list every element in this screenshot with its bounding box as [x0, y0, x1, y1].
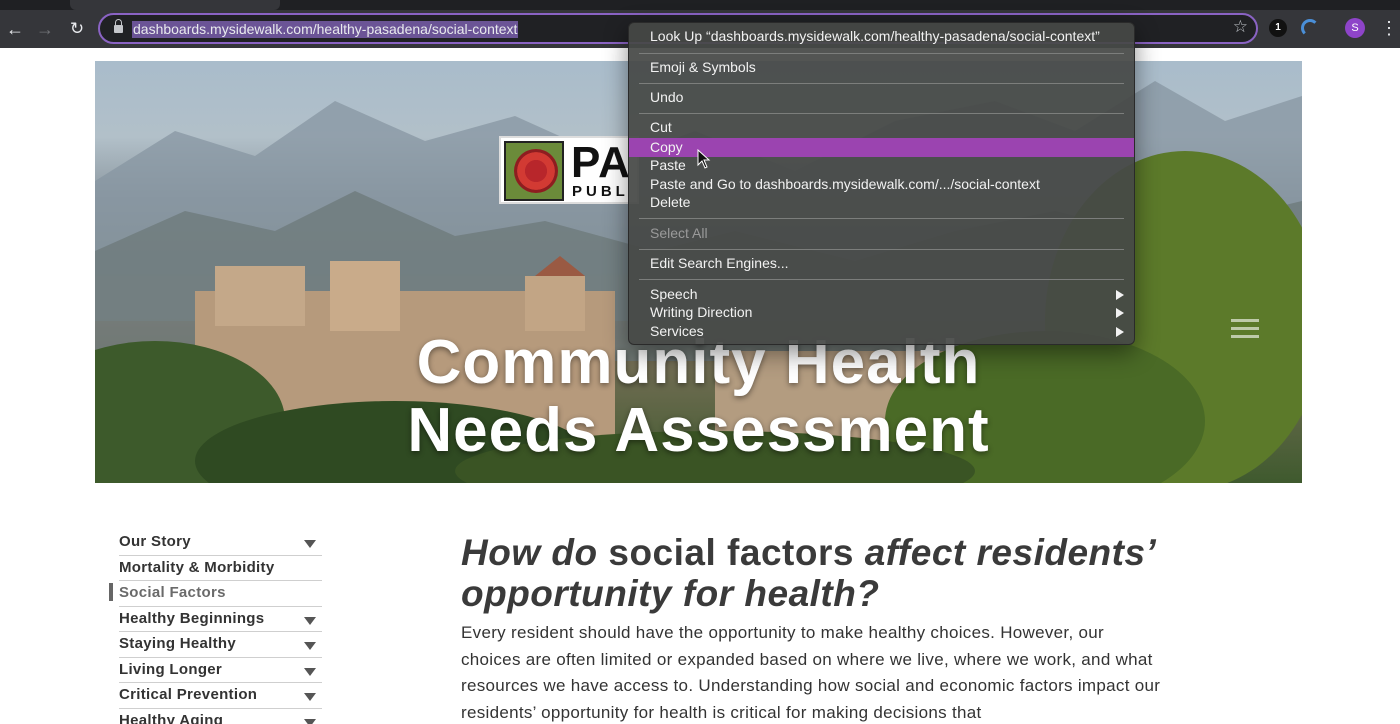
pasadena-public-health-logo: PA PUBL	[499, 136, 639, 204]
hero-title: Community Health Needs Assessment	[95, 329, 1302, 465]
sidebar-item-living-longer[interactable]: Living Longer	[119, 658, 322, 683]
menu-item-writing-direction[interactable]: Writing Direction	[629, 303, 1134, 322]
menu-separator	[639, 249, 1124, 250]
bookmark-star-icon[interactable]: ☆	[1233, 17, 1248, 37]
sidebar-item-label: Living Longer	[119, 660, 223, 678]
sidebar-item-label: Healthy Aging	[119, 711, 224, 724]
menu-item-select-all: Select All	[650, 225, 708, 241]
sidebar-item-critical-prevention[interactable]: Critical Prevention	[119, 683, 322, 709]
menu-item-speech[interactable]: Speech	[629, 285, 1134, 304]
menu-item-label: Speech	[650, 286, 698, 302]
intro-paragraph: Every resident should have the opportuni…	[461, 623, 1161, 722]
chevron-down-icon[interactable]	[304, 642, 316, 650]
chevron-down-icon[interactable]	[304, 693, 316, 701]
page-heading: How do social factors affect residents’ …	[461, 532, 1161, 614]
menu-separator	[639, 279, 1124, 280]
menu-separator	[639, 53, 1124, 54]
chevron-down-icon[interactable]	[304, 667, 316, 676]
more-menu-icon[interactable]: ⋮	[1380, 17, 1398, 39]
active-tab[interactable]	[70, 0, 280, 10]
sidebar-item-label: Our Story	[119, 533, 191, 550]
heading-plain-part: social factors	[597, 532, 865, 573]
sidebar-item-our-story[interactable]: Our Story	[119, 530, 322, 556]
submenu-arrow-icon	[1116, 327, 1124, 337]
menu-item-edit-search-engines[interactable]: Edit Search Engines...	[629, 254, 1134, 273]
forward-arrow-icon[interactable]: →	[34, 18, 56, 40]
logo-text-small: PUBL	[572, 183, 629, 200]
sidebar-item-label: Critical Prevention	[119, 686, 258, 703]
tab-strip	[0, 0, 1400, 10]
chevron-down-icon[interactable]	[304, 540, 316, 548]
menu-item-paste-and-go[interactable]: Paste and Go to dashboards.mysidewalk.co…	[629, 175, 1134, 194]
submenu-arrow-icon	[1116, 308, 1124, 318]
menu-item-emoji-symbols[interactable]: Emoji & Symbols	[629, 58, 1134, 77]
sidebar-item-social-factors[interactable]: Social Factors	[109, 581, 322, 607]
menu-item-services[interactable]: Services	[629, 322, 1134, 341]
sidebar-item-healthy-aging[interactable]: Healthy Aging	[119, 709, 322, 724]
menu-separator	[639, 218, 1124, 219]
sidebar-item-healthy-beginnings[interactable]: Healthy Beginnings	[119, 607, 322, 632]
active-indicator	[109, 583, 113, 601]
lock-icon[interactable]	[114, 19, 123, 34]
sidebar-item-label: Social Factors	[119, 584, 226, 601]
rose-emblem	[504, 141, 564, 201]
main-content: How do social factors affect residents’ …	[461, 532, 1161, 724]
sidebar-item-label: Mortality & Morbidity	[119, 558, 275, 576]
extension-loader-icon[interactable]	[1301, 19, 1319, 37]
chevron-down-icon[interactable]	[304, 616, 316, 625]
menu-separator	[639, 113, 1124, 114]
mouse-cursor-icon	[697, 149, 711, 169]
sidebar-item-label: Healthy Beginnings	[119, 609, 265, 627]
profile-avatar[interactable]: S	[1345, 18, 1365, 38]
chevron-down-icon[interactable]	[304, 718, 316, 724]
url-text[interactable]: dashboards.mysidewalk.com/healthy-pasade…	[132, 21, 519, 38]
menu-item-undo[interactable]: Undo	[629, 88, 1134, 107]
extension-badge-icon[interactable]: 1	[1269, 19, 1287, 37]
hero-title-line2: Needs Assessment	[407, 396, 990, 465]
sidebar-item-staying-healthy[interactable]: Staying Healthy	[119, 632, 322, 658]
context-menu: Look Up “dashboards.mysidewalk.com/healt…	[628, 22, 1135, 345]
submenu-arrow-icon	[1116, 290, 1124, 300]
logo-text-large: PA	[571, 138, 631, 187]
menu-separator	[639, 83, 1124, 84]
reload-icon[interactable]: ↻	[66, 18, 88, 40]
menu-item-delete[interactable]: Delete	[629, 193, 1134, 212]
back-arrow-icon[interactable]: ←	[4, 18, 26, 40]
menu-item-look-up[interactable]: Look Up “dashboards.mysidewalk.com/healt…	[629, 27, 1134, 46]
menu-item-label: Services	[650, 323, 704, 339]
heading-italic-part: How do	[461, 532, 598, 573]
sidebar-item-label: Staying Healthy	[119, 635, 237, 652]
menu-item-cut[interactable]: Cut	[629, 118, 1134, 137]
menu-item-label: Writing Direction	[650, 304, 753, 320]
sidebar-nav: Our Story Mortality & Morbidity Social F…	[109, 530, 322, 724]
sidebar-item-mortality-morbidity[interactable]: Mortality & Morbidity	[119, 556, 322, 581]
